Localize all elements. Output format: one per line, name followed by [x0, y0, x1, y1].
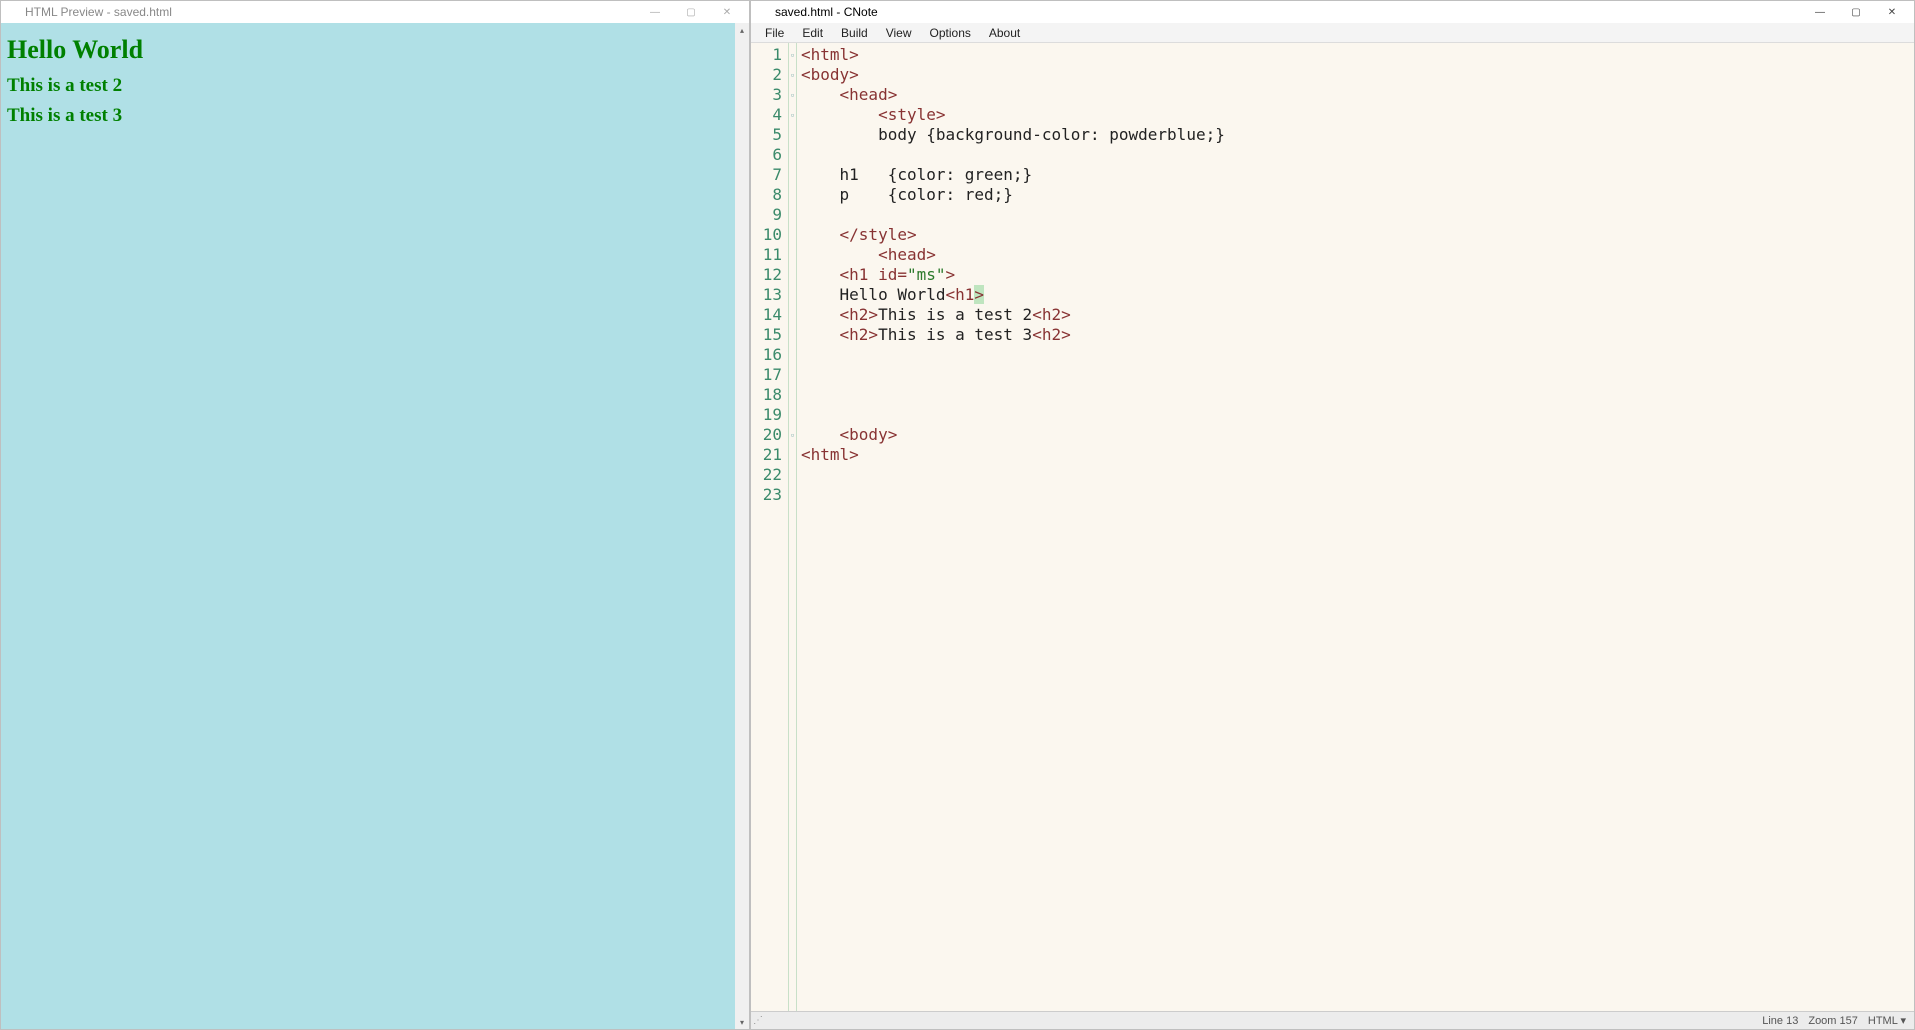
scroll-down-icon[interactable]: ▾: [735, 1015, 749, 1029]
code-line[interactable]: [801, 385, 1910, 405]
code-line[interactable]: <body>: [801, 425, 1910, 445]
code-line[interactable]: [801, 365, 1910, 385]
preview-h2-2: This is a test 3: [7, 105, 743, 127]
line-number: 22: [751, 465, 788, 485]
line-number: 16: [751, 345, 788, 365]
code-line[interactable]: </style>: [801, 225, 1910, 245]
line-number: 15: [751, 325, 788, 345]
code-line[interactable]: <h2>This is a test 2<h2>: [801, 305, 1910, 325]
preview-scrollbar[interactable]: ▴ ▾: [735, 23, 749, 1029]
preview-window-controls: ― ▢ ✕: [637, 1, 745, 23]
cnote-icon: [755, 5, 769, 19]
line-number-gutter: 1234567891011121314151617181920212223: [751, 43, 789, 1011]
line-number: 18: [751, 385, 788, 405]
code-line[interactable]: [801, 485, 1910, 505]
code-line[interactable]: <head>: [801, 85, 1910, 105]
code-line[interactable]: <html>: [801, 45, 1910, 65]
line-number: 19: [751, 405, 788, 425]
menu-file[interactable]: File: [757, 24, 792, 42]
preview-viewport: Hello World This is a test 2 This is a t…: [1, 23, 749, 1029]
code-line[interactable]: <h1 id="ms">: [801, 265, 1910, 285]
html-preview-window: HTML Preview - saved.html ― ▢ ✕ Hello Wo…: [0, 0, 750, 1030]
code-line[interactable]: <h2>This is a test 3<h2>: [801, 325, 1910, 345]
code-line[interactable]: <head>: [801, 245, 1910, 265]
menu-build[interactable]: Build: [833, 24, 876, 42]
line-number: 1: [751, 45, 788, 65]
editor-area[interactable]: 1234567891011121314151617181920212223 ▫▫…: [751, 43, 1914, 1011]
line-number: 14: [751, 305, 788, 325]
html-icon: [5, 5, 19, 19]
code-line[interactable]: <html>: [801, 445, 1910, 465]
statusbar: ⋰ Line 13 Zoom 157 HTML ▾: [751, 1011, 1914, 1029]
code-line[interactable]: body {background-color: powderblue;}: [801, 125, 1910, 145]
status-language[interactable]: HTML ▾: [1868, 1014, 1906, 1027]
line-number: 23: [751, 485, 788, 505]
scroll-up-icon[interactable]: ▴: [735, 23, 749, 37]
line-number: 8: [751, 185, 788, 205]
line-number: 13: [751, 285, 788, 305]
line-number: 20: [751, 425, 788, 445]
menubar: File Edit Build View Options About: [751, 23, 1914, 43]
code-line[interactable]: [801, 145, 1910, 165]
editor-titlebar[interactable]: saved.html - CNote ― ▢ ✕: [751, 1, 1914, 23]
preview-h1: Hello World: [7, 35, 743, 65]
preview-titlebar[interactable]: HTML Preview - saved.html ― ▢ ✕: [1, 1, 749, 23]
line-number: 17: [751, 365, 788, 385]
minimize-button[interactable]: ―: [1802, 1, 1838, 23]
close-button[interactable]: ✕: [1874, 1, 1910, 23]
line-number: 3: [751, 85, 788, 105]
minimize-button[interactable]: ―: [637, 1, 673, 23]
preview-title-text: HTML Preview - saved.html: [25, 5, 637, 19]
resize-grip-icon[interactable]: ⋰: [753, 1015, 763, 1026]
menu-options[interactable]: Options: [922, 24, 979, 42]
status-zoom: Zoom 157: [1808, 1015, 1858, 1027]
menu-view[interactable]: View: [878, 24, 920, 42]
cnote-editor-window: saved.html - CNote ― ▢ ✕ File Edit Build…: [750, 0, 1915, 1030]
menu-about[interactable]: About: [981, 24, 1028, 42]
code-line[interactable]: Hello World<h1>: [801, 285, 1910, 305]
maximize-button[interactable]: ▢: [673, 1, 709, 23]
line-number: 11: [751, 245, 788, 265]
code-line[interactable]: [801, 345, 1910, 365]
line-number: 7: [751, 165, 788, 185]
code-line[interactable]: <style>: [801, 105, 1910, 125]
menu-edit[interactable]: Edit: [794, 24, 831, 42]
code-line[interactable]: p {color: red;}: [801, 185, 1910, 205]
line-number: 2: [751, 65, 788, 85]
fold-strip[interactable]: ▫▫▫▫▫: [789, 43, 797, 1011]
line-number: 9: [751, 205, 788, 225]
preview-h2-1: This is a test 2: [7, 75, 743, 97]
code-line[interactable]: <body>: [801, 65, 1910, 85]
code-editor[interactable]: <html><body> <head> <style> body {backgr…: [797, 43, 1914, 1011]
line-number: 12: [751, 265, 788, 285]
line-number: 21: [751, 445, 788, 465]
maximize-button[interactable]: ▢: [1838, 1, 1874, 23]
line-number: 6: [751, 145, 788, 165]
status-line: Line 13: [1762, 1015, 1798, 1027]
line-number: 10: [751, 225, 788, 245]
code-line[interactable]: h1 {color: green;}: [801, 165, 1910, 185]
code-line[interactable]: [801, 405, 1910, 425]
editor-title-text: saved.html - CNote: [775, 5, 1802, 19]
code-line[interactable]: [801, 465, 1910, 485]
line-number: 4: [751, 105, 788, 125]
scroll-track[interactable]: [735, 37, 749, 1015]
code-line[interactable]: [801, 205, 1910, 225]
editor-window-controls: ― ▢ ✕: [1802, 1, 1910, 23]
line-number: 5: [751, 125, 788, 145]
close-button[interactable]: ✕: [709, 1, 745, 23]
